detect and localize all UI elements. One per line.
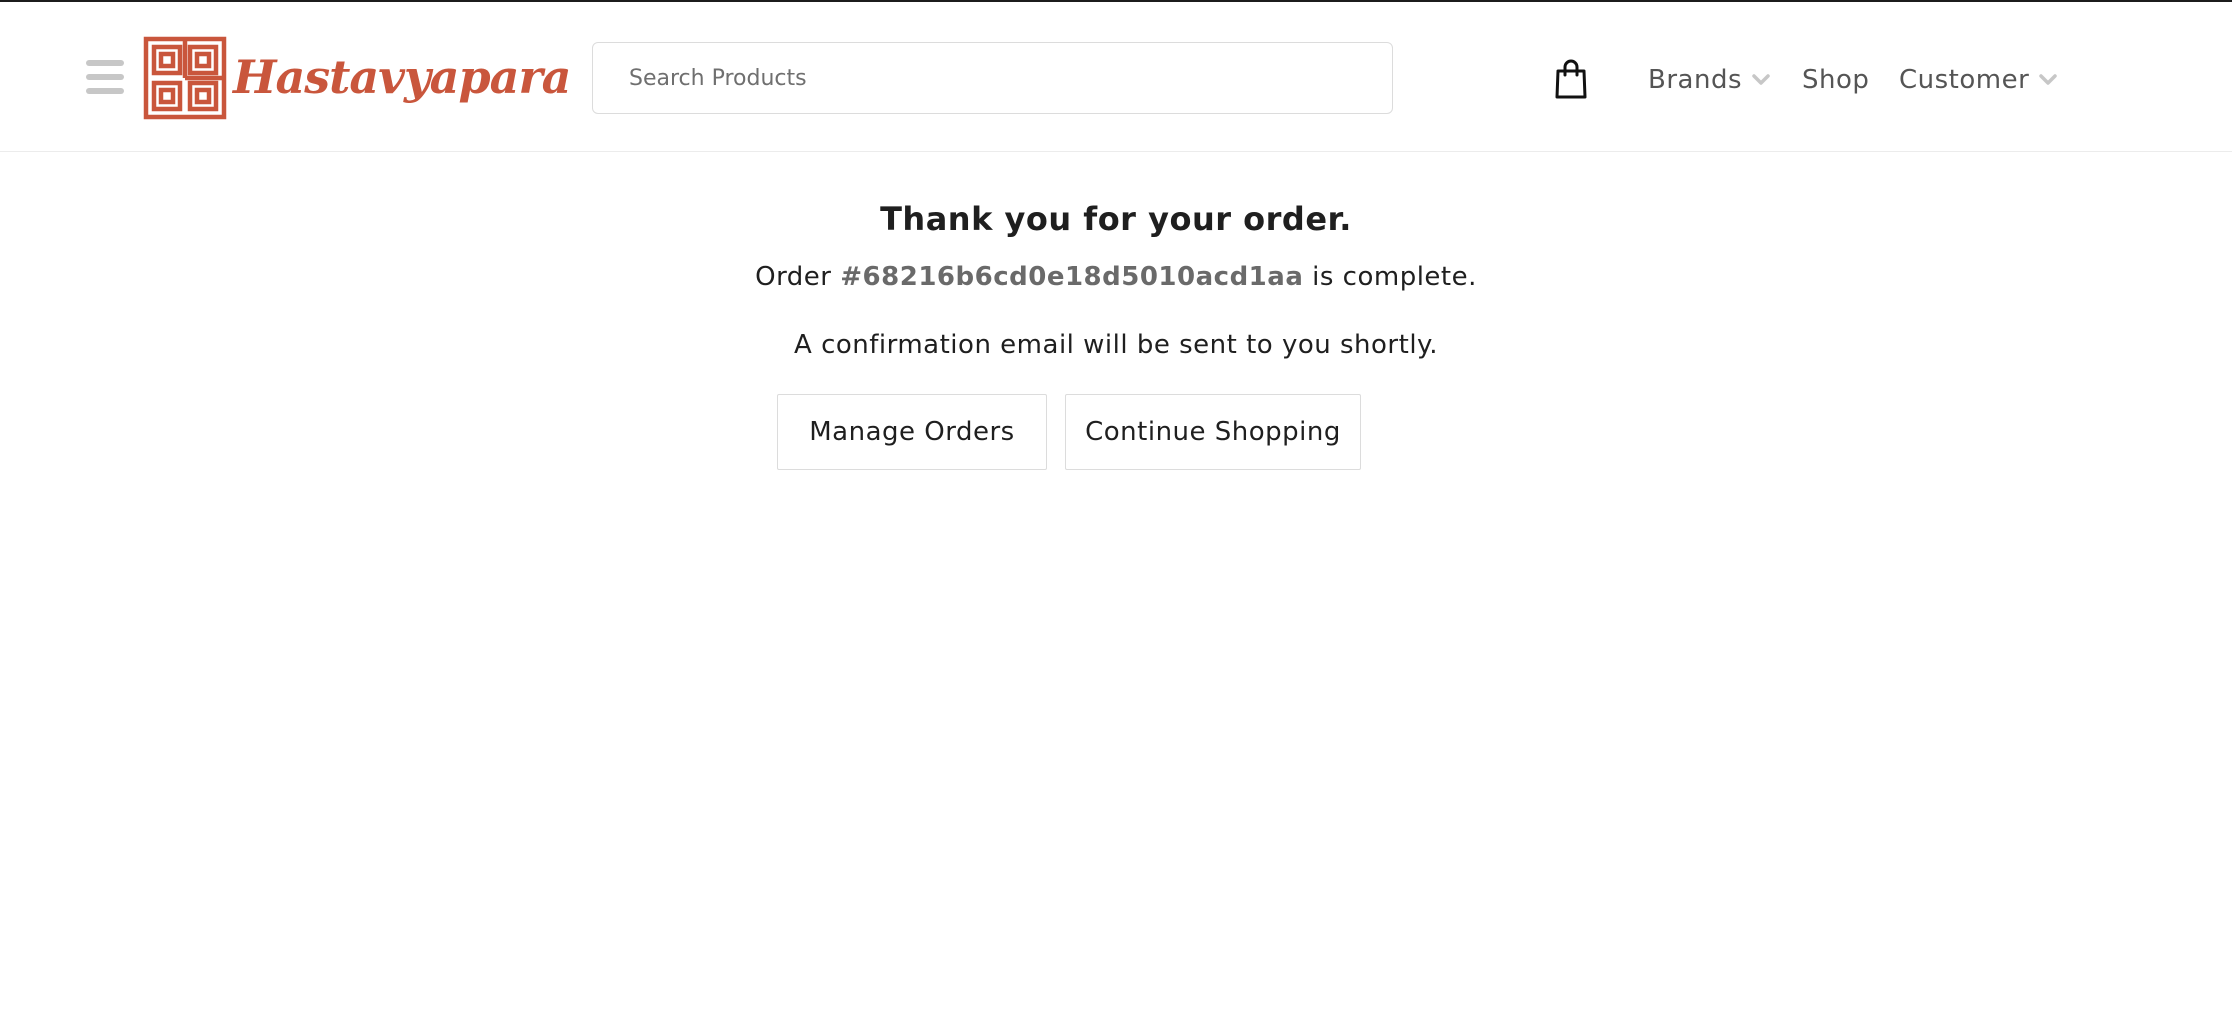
order-prefix: Order [755,262,832,292]
nav-brands-label: Brands [1648,65,1742,95]
site-logo[interactable]: Hastavyapara [143,36,571,122]
manage-orders-button[interactable]: Manage Orders [777,394,1047,470]
order-status-line: Order #68216b6cd0e18d5010acd1aa is compl… [0,262,2232,292]
nav-customer-label: Customer [1899,65,2030,95]
nav-shop-label: Shop [1802,65,1870,95]
order-suffix: is complete. [1312,262,1477,292]
search-input[interactable] [593,43,1392,113]
logo-wordmark: Hastavyapara [233,50,571,104]
chevron-down-icon [1752,74,1770,85]
confirmation-message: A confirmation email will be sent to you… [794,330,1438,360]
chevron-down-icon [2039,74,2058,85]
site-header: Hastavyapara Brands Shop Customer [0,2,2232,152]
continue-shopping-button[interactable]: Continue Shopping [1065,394,1361,470]
order-id: #68216b6cd0e18d5010acd1aa [840,262,1304,292]
hamburger-menu-icon[interactable] [86,60,124,94]
nav-brands[interactable]: Brands [1648,60,1770,100]
logo-mark-icon [143,36,227,120]
nav-shop[interactable]: Shop [1802,60,1869,100]
shopping-bag-icon[interactable] [1554,58,1588,100]
nav-customer[interactable]: Customer [1899,60,2058,100]
search-box[interactable] [592,42,1393,114]
page-title: Thank you for your order. [880,200,1352,238]
